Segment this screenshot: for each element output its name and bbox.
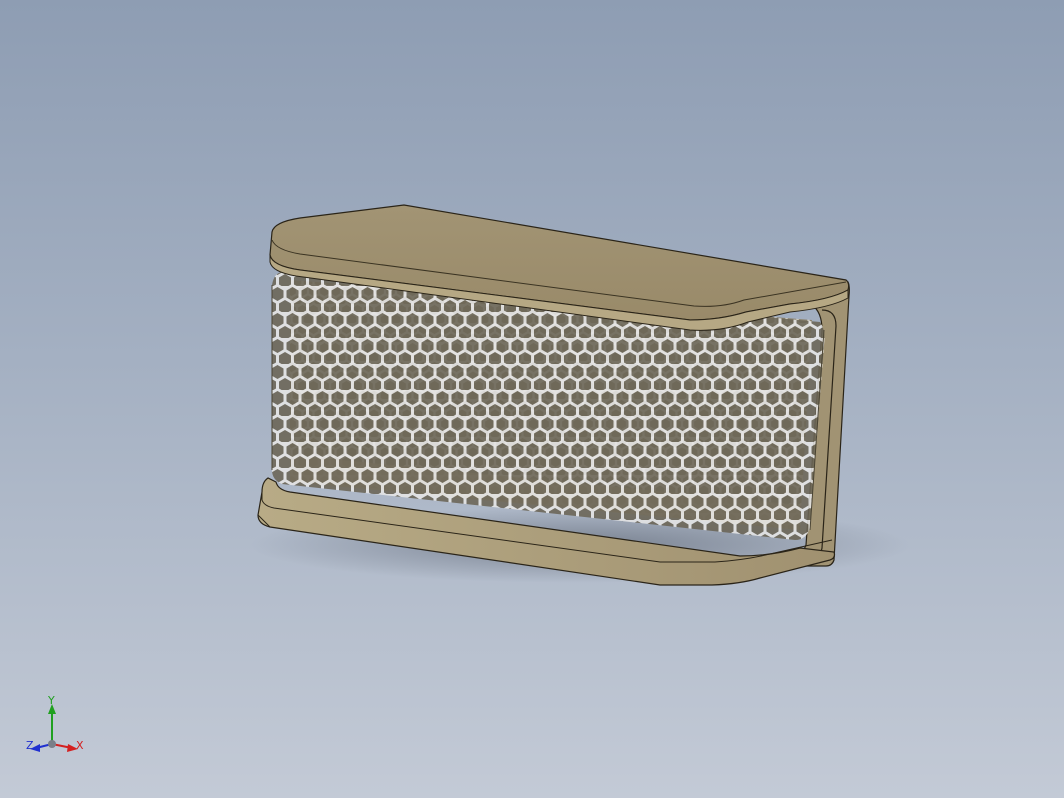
z-axis-label: Z: [26, 739, 34, 752]
3d-model-view[interactable]: [0, 0, 1064, 798]
y-axis-label: Y: [47, 696, 55, 707]
graphics-viewport[interactable]: Y X Z: [0, 0, 1064, 798]
x-axis-label: X: [76, 739, 84, 752]
axis-triad[interactable]: Y X Z: [22, 696, 94, 762]
triad-origin-icon: [48, 740, 56, 748]
